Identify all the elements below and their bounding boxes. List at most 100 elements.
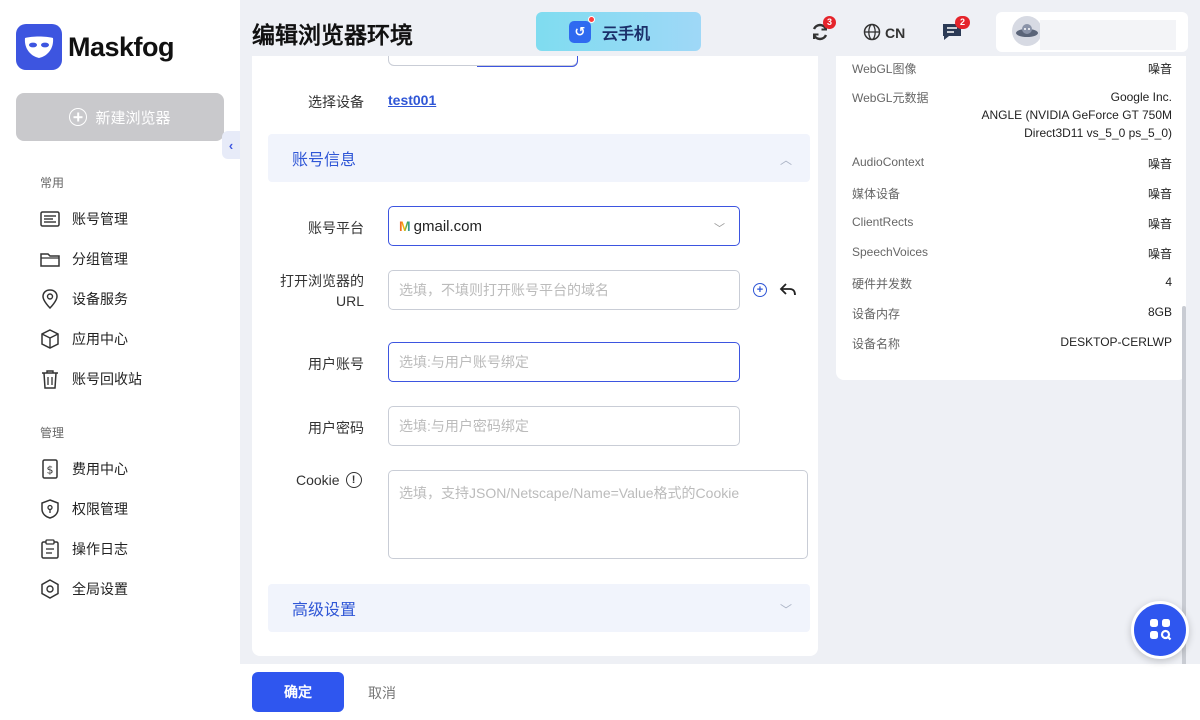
user-menu[interactable] [996,12,1188,52]
webgl-renderer-line1: ANGLE (NVIDIA GeForce GT 750M [981,108,1172,122]
chevron-down-icon: ﹀ [714,223,725,235]
sync-badge: 3 [823,16,837,29]
info-value: 噪音 [1147,62,1172,76]
sidebar-item-logs[interactable]: 操作日志 [40,537,128,561]
info-row: 硬件并发数 4 [852,275,1172,292]
shield-icon [40,499,60,519]
sidebar-item-apps[interactable]: 应用中心 [40,327,128,351]
sidebar-item-recycle[interactable]: 账号回收站 [40,367,142,391]
info-value: 噪音 [1147,157,1172,171]
info-key: WebGL图像 [852,62,917,76]
sidebar-item-label: 权限管理 [72,501,128,517]
sidebar-item-label: 操作日志 [72,541,128,557]
location-pin-icon [40,289,60,309]
cloud-phone-banner[interactable]: ↺ 云手机 [536,12,701,51]
user-account-placeholder: 选填:与用户账号绑定 [399,354,529,370]
language-label: CN [885,25,906,41]
gmail-icon: M [399,218,411,234]
globe-icon [863,23,881,44]
cookie-label: Cookie [296,472,340,488]
info-key: 硬件并发数 [852,277,913,291]
webgl-metadata-value: Google Inc. ANGLE (NVIDIA GeForce GT 750… [981,88,1172,142]
account-list-icon [40,209,60,229]
info-row: WebGL图像 噪音 [852,60,1172,77]
quick-apps-button[interactable] [1131,601,1189,659]
sidebar-item-devices[interactable]: 设备服务 [40,287,128,311]
info-row: 媒体设备 噪音 [852,185,1172,202]
avatar [1012,16,1042,46]
info-value: 噪音 [1147,217,1172,231]
device-label: 选择设备 [308,94,364,110]
add-url-icon[interactable]: + [753,283,767,297]
sidebar-item-label: 应用中心 [72,331,128,347]
trash-icon [40,369,60,389]
cloud-phone-icon: ↺ [569,21,591,43]
password-input[interactable]: 选填:与用户密码绑定 [388,406,740,446]
messages-button[interactable]: 2 [942,16,971,44]
language-switcher[interactable]: CN [863,22,905,44]
info-row: AudioContext 噪音 [852,155,1172,171]
new-browser-button[interactable]: 新建浏览器 [16,93,224,141]
gear-icon [40,579,60,599]
sidebar-item-billing[interactable]: $ 费用中心 [40,457,128,481]
logo[interactable]: Maskfog [16,24,175,70]
confirm-button[interactable]: 确定 [252,672,344,712]
folder-icon [40,249,60,269]
notification-dot [588,16,595,23]
url-input[interactable]: 选填，不填则打开账号平台的域名 [388,270,740,310]
url-label: 打开浏览器的 URL [280,271,364,311]
info-key: 设备内存 [852,307,901,321]
segmented-control[interactable] [388,56,578,67]
info-key: WebGL元数据 [852,91,929,105]
url-placeholder: 选填，不填则打开账号平台的域名 [399,282,609,298]
account-info-title: 账号信息 [292,152,357,169]
info-row: 设备名称 DESKTOP-CERLWP [852,335,1172,352]
info-row: ClientRects 噪音 [852,215,1172,231]
clipboard-icon [40,539,60,559]
info-row: SpeechVoices 噪音 [852,245,1172,261]
user-account-input[interactable]: 选填:与用户账号绑定 [388,342,740,382]
sidebar-item-permissions[interactable]: 权限管理 [40,497,128,521]
sidebar-item-label: 设备服务 [72,291,128,307]
cancel-button[interactable]: 取消 [368,683,396,703]
device-link[interactable]: test001 [388,92,436,108]
collapse-sidebar-button[interactable]: ‹ [222,131,240,159]
cookie-textarea[interactable]: 选填，支持JSON/Netscape/Name=Value格式的Cookie [388,470,808,559]
info-key: 媒体设备 [852,187,901,201]
account-info-section[interactable]: 账号信息 ︿ [268,134,810,182]
user-account-label: 用户账号 [308,356,364,372]
cube-icon [40,329,60,349]
url-label-line1: 打开浏览器的 [280,273,364,289]
sidebar-item-label: 分组管理 [72,251,128,267]
advanced-settings-section[interactable]: 高级设置 ﹀ [268,584,810,632]
info-key: ClientRects [852,215,914,229]
apps-grid-icon [1148,617,1172,644]
plus-circle-icon [69,108,88,126]
chevron-up-icon: ︿ [779,153,792,167]
sidebar-item-groups[interactable]: 分组管理 [40,247,128,271]
info-value: DESKTOP-CERLWP [1060,335,1172,349]
info-key: 设备名称 [852,337,901,351]
url-label-line2: URL [335,293,364,309]
app-name: Maskfog [68,31,175,62]
sync-button[interactable]: 3 [810,16,837,44]
user-name-redacted [1040,20,1176,50]
cookie-placeholder: 选填，支持JSON/Netscape/Name=Value格式的Cookie [399,485,740,501]
webgl-renderer-line2: Direct3D11 vs_5_0 ps_5_0) [1024,126,1172,140]
browser-env-form: 选择设备 test001 账号信息 ︿ 账号平台 M gmail.com ﹀ 打… [252,56,818,656]
sidebar-item-label: 账号管理 [72,211,128,227]
info-key: AudioContext [852,155,925,169]
undo-icon[interactable] [779,282,797,301]
new-browser-label: 新建浏览器 [95,109,171,127]
info-icon[interactable]: ! [345,472,362,488]
cookie-label-group: Cookie ! [296,472,362,488]
cloud-phone-label: 云手机 [602,25,651,43]
info-key: SpeechVoices [852,245,929,259]
sidebar-item-accounts[interactable]: 账号管理 [40,207,128,231]
platform-select[interactable]: M gmail.com ﹀ [388,206,740,246]
platform-value: gmail.com [413,217,483,235]
chevron-down-icon: ﹀ [779,603,792,617]
advanced-settings-title: 高级设置 [292,602,357,619]
password-placeholder: 选填:与用户密码绑定 [399,418,529,434]
sidebar-item-settings[interactable]: 全局设置 [40,577,128,601]
